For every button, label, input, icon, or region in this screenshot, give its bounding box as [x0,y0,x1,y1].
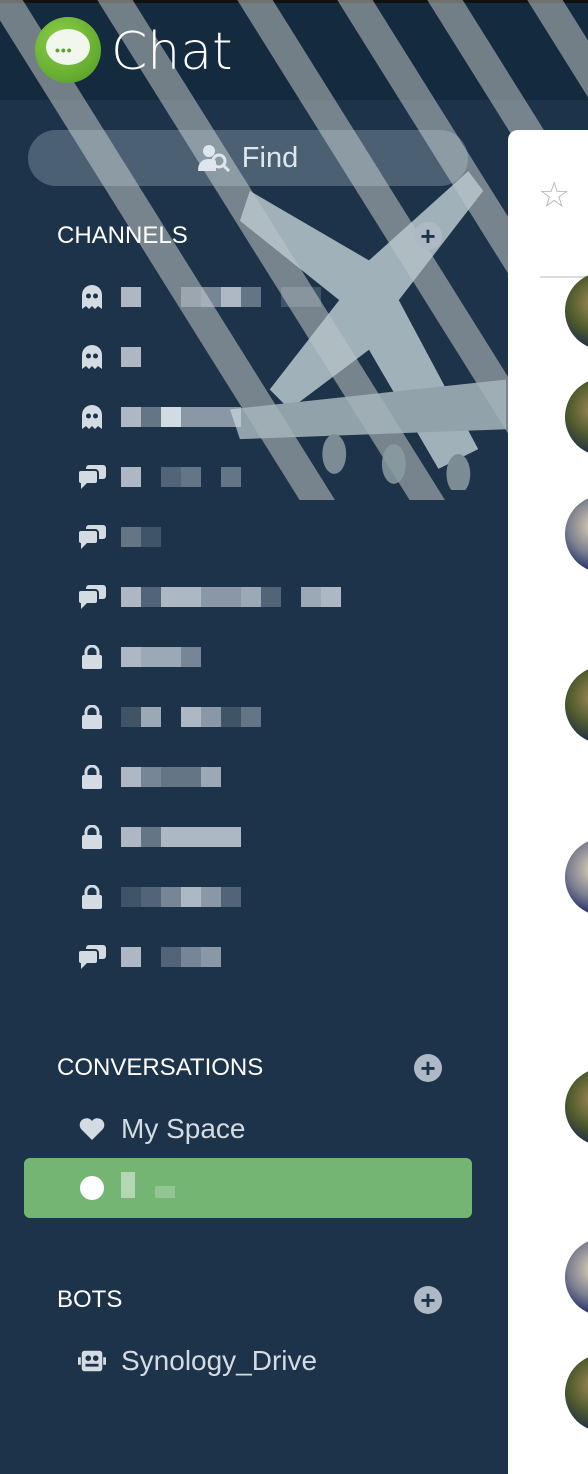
channel-item[interactable] [78,337,478,377]
lock-icon [78,765,106,789]
add-bot-button[interactable]: + [414,1286,442,1314]
channel-item[interactable] [78,637,478,677]
chat-bubbles-icon [78,945,106,969]
redacted-channel-name [121,347,141,367]
redacted-channel-name [121,287,321,307]
channel-item[interactable] [78,697,478,737]
conversations-header: CONVERSATIONS [57,1054,264,1081]
redacted-channel-name [121,827,241,847]
find-user-icon [197,145,230,173]
redacted-channel-name [121,947,221,967]
redacted-channel-name [121,587,341,607]
avatar[interactable] [565,272,588,350]
redacted-name [121,1172,175,1198]
lock-icon [78,705,106,729]
bot-label: Synology_Drive [121,1345,318,1376]
conversation-label: My Space [121,1113,246,1144]
avatar[interactable] [565,495,588,573]
chat-bubbles-icon [78,585,106,609]
chat-logo-icon: ••• [35,17,101,83]
lock-icon [78,645,106,669]
conversation-selected-content[interactable] [78,1168,478,1208]
channel-item[interactable] [78,397,478,437]
avatar[interactable] [565,378,588,456]
chat-bubbles-icon [78,465,106,489]
status-dot-icon [78,1176,106,1200]
robot-icon [78,1348,106,1374]
redacted-channel-name [121,527,161,547]
channel-item[interactable] [78,517,478,557]
redacted-channel-name [121,887,241,907]
redacted-channel-name [121,467,241,487]
channel-item[interactable] [78,277,478,317]
chat-bubbles-icon [78,525,106,549]
conversation-my-space[interactable]: My Space [78,1109,478,1149]
avatar[interactable] [565,1068,588,1146]
channel-item[interactable] [78,457,478,497]
channel-item[interactable] [78,877,478,917]
add-conversation-button[interactable]: + [414,1054,442,1082]
lock-icon [78,825,106,849]
channel-item[interactable] [78,937,478,977]
ghost-icon [78,405,106,429]
message-panel: ☆ [508,130,588,1474]
lock-icon [78,885,106,909]
avatar[interactable] [565,1354,588,1432]
heart-icon [78,1117,106,1141]
app-title: Chat [111,22,233,82]
redacted-channel-name [121,707,261,727]
ghost-icon [78,285,106,309]
channels-header: CHANNELS [57,222,188,249]
avatar[interactable] [565,838,588,916]
avatar[interactable] [565,1238,588,1316]
redacted-channel-name [121,647,201,667]
add-channel-button[interactable]: + [414,222,442,250]
channel-item[interactable] [78,577,478,617]
ghost-icon [78,345,106,369]
find-label: Find [241,141,299,174]
bots-header: BOTS [57,1286,123,1313]
channel-item[interactable] [78,757,478,797]
star-icon[interactable]: ☆ [538,174,570,216]
find-input[interactable]: Find [28,130,468,186]
avatar[interactable] [565,666,588,744]
redacted-channel-name [121,407,241,427]
channel-item[interactable] [78,817,478,857]
airplane-image [230,171,507,490]
bot-synology-drive[interactable]: Synology_Drive [78,1341,478,1381]
redacted-channel-name [121,767,221,787]
